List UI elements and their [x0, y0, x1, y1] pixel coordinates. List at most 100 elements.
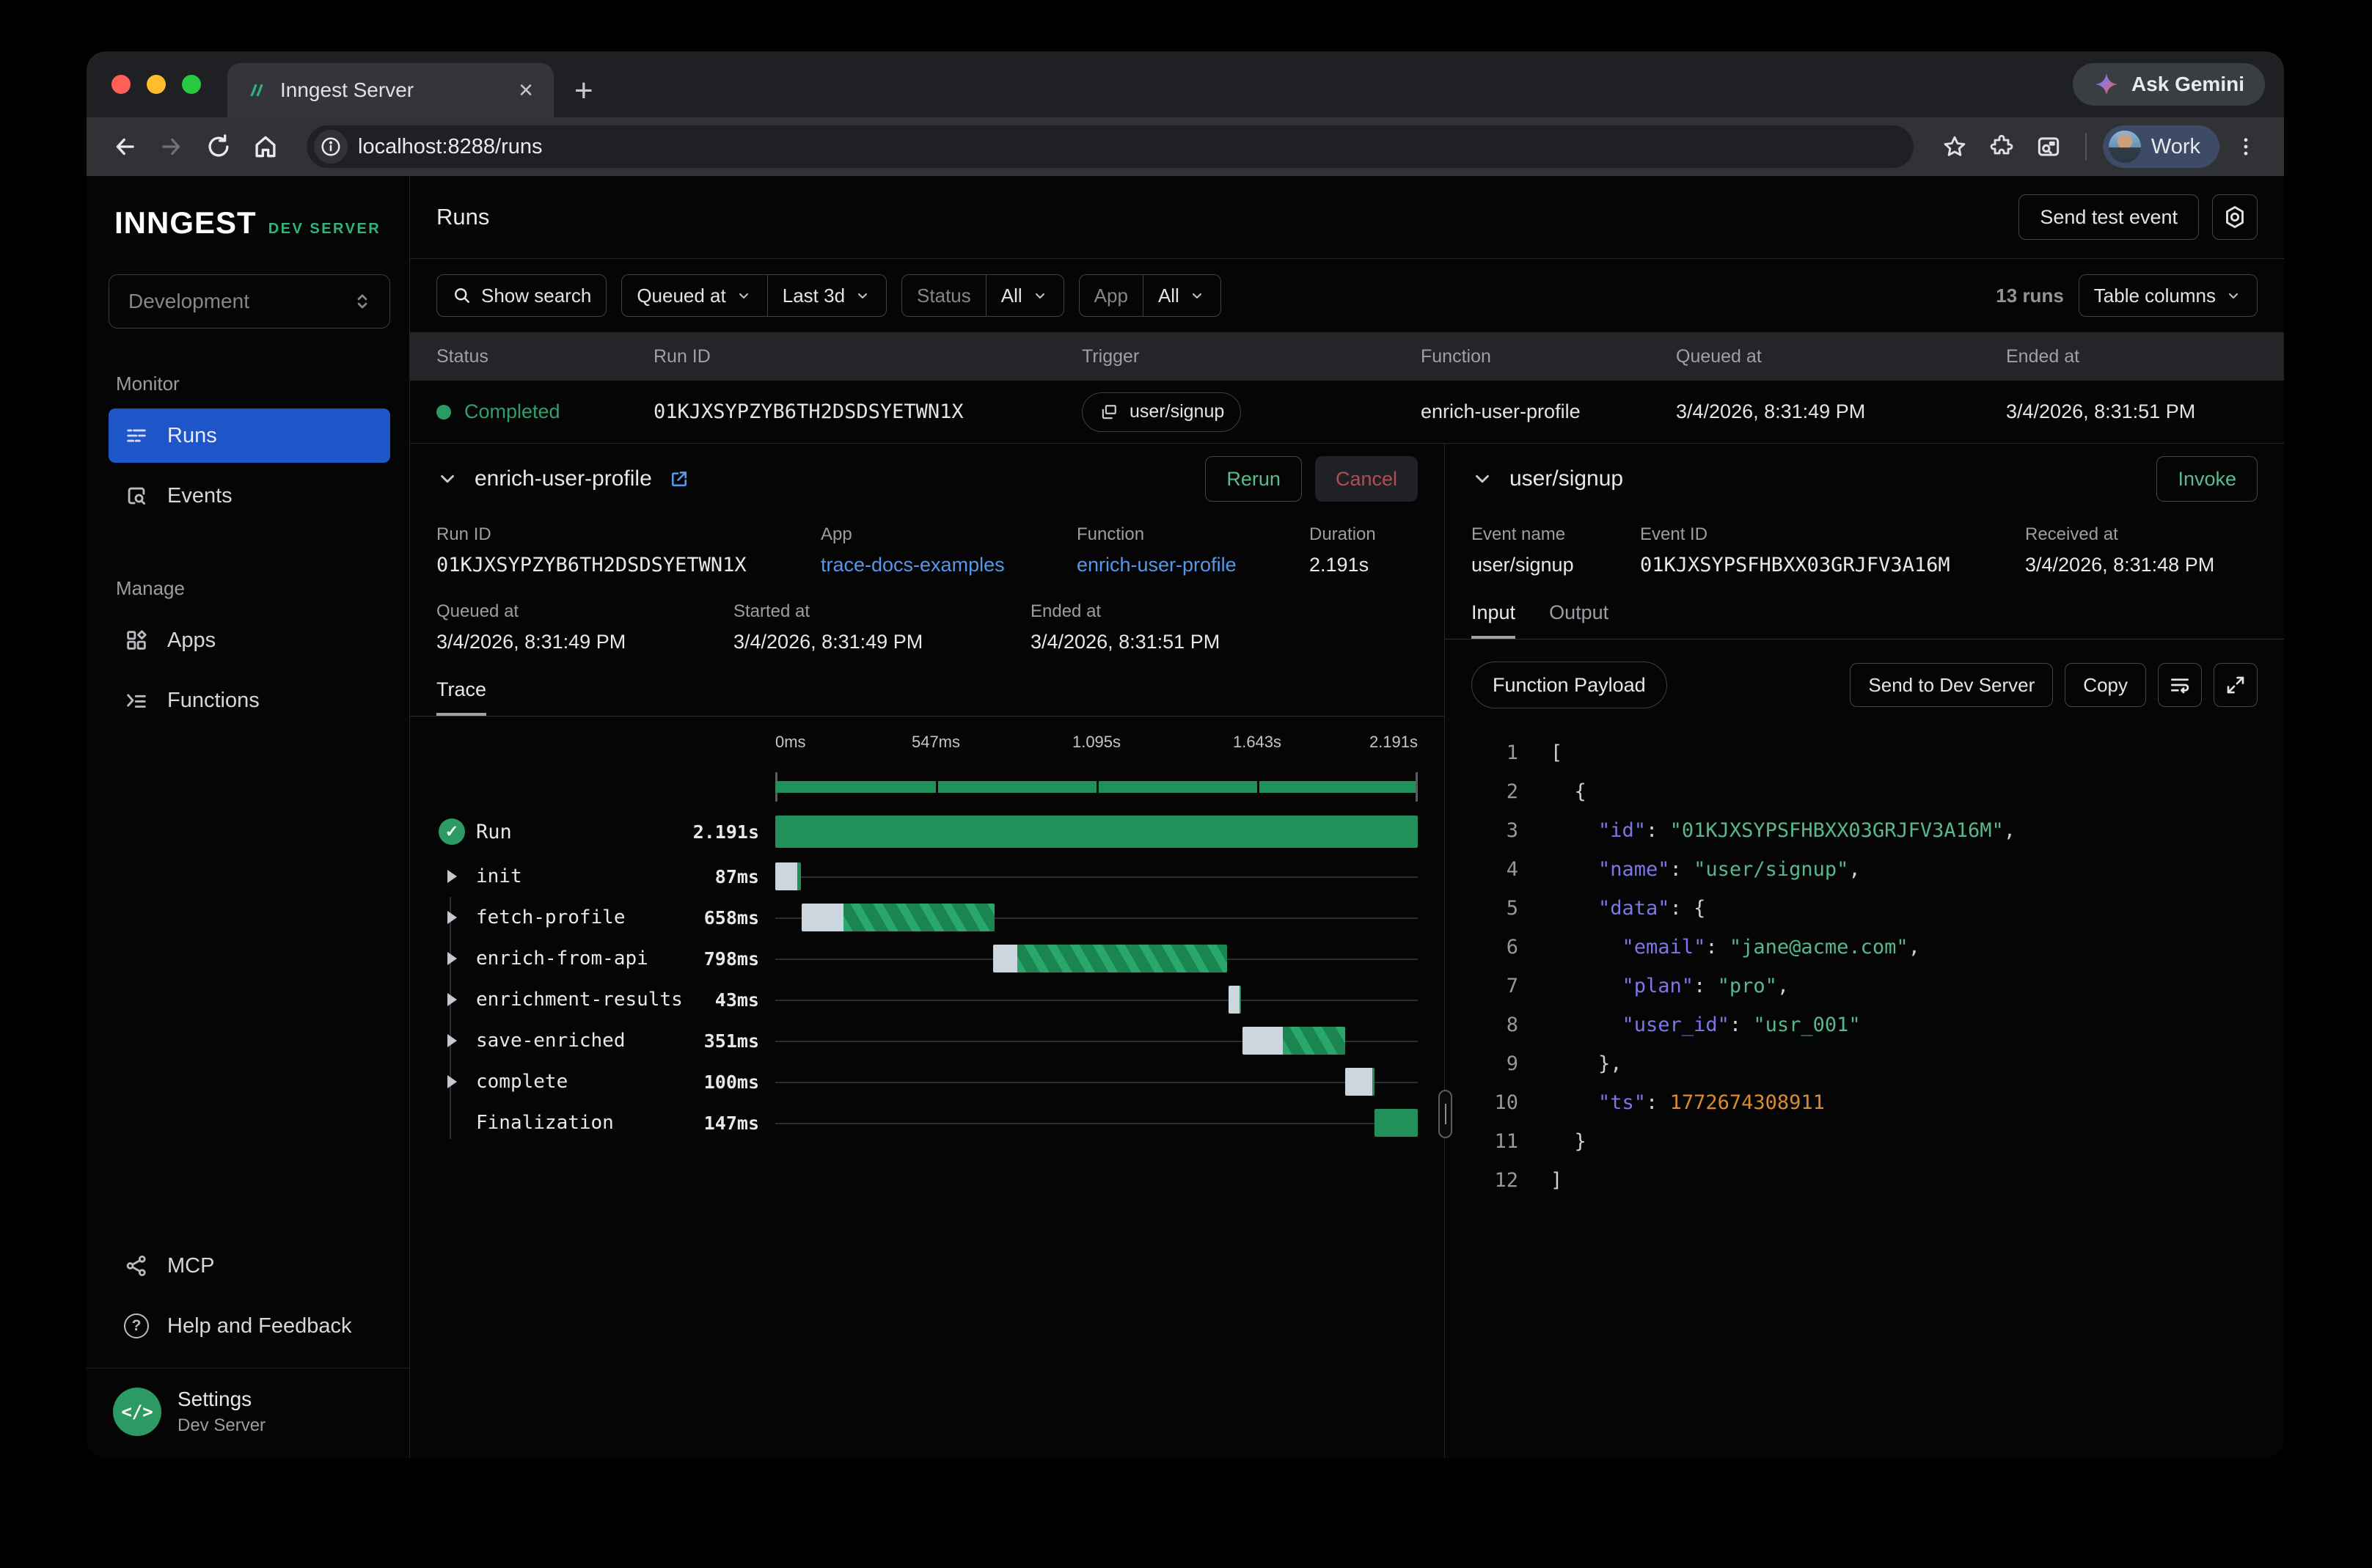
url-text[interactable]: localhost:8288/runs: [358, 135, 1905, 159]
trace-bar[interactable]: [1242, 1027, 1345, 1055]
show-search-button[interactable]: Show search: [436, 274, 607, 317]
reload-icon[interactable]: [198, 126, 239, 167]
close-window-button[interactable]: [111, 75, 131, 94]
tab-output[interactable]: Output: [1549, 601, 1608, 639]
new-tab-button[interactable]: +: [574, 75, 593, 107]
collapse-chevron-icon[interactable]: [436, 468, 458, 490]
sidebar-item-apps[interactable]: Apps: [109, 613, 390, 667]
rerun-button[interactable]: Rerun: [1205, 456, 1302, 502]
trace-row-enrich-from-api[interactable]: enrich-from-api798ms: [436, 938, 1418, 979]
trace-step-duration: 87ms: [715, 866, 759, 887]
trace-row-complete[interactable]: complete100ms: [436, 1061, 1418, 1102]
tab-search-icon[interactable]: [2028, 126, 2069, 167]
trace-bar[interactable]: [1345, 1068, 1374, 1096]
queued-segment: [1229, 986, 1240, 1014]
app-link[interactable]: trace-docs-examples: [821, 554, 1077, 576]
code-lines[interactable]: 1[2 {3 "id": "01KJXSYPSFHBXX03GRJFV3A16M…: [1471, 733, 2258, 1200]
column-function[interactable]: Function: [1421, 346, 1676, 367]
settings-title: Settings: [177, 1388, 266, 1411]
function-link[interactable]: enrich-user-profile: [1077, 554, 1309, 576]
tab-close-icon[interactable]: ×: [516, 78, 536, 103]
table-row[interactable]: Completed 01KJXSYPZYB6TH2DSDSYETWN1X use…: [410, 381, 2284, 443]
trace-bar[interactable]: [1229, 986, 1241, 1014]
trace-row-save-enriched[interactable]: save-enriched351ms: [436, 1020, 1418, 1061]
back-icon[interactable]: [104, 126, 145, 167]
profile-button[interactable]: Work: [2103, 125, 2219, 168]
run-details-split: enrich-user-profile Rerun Cancel Run ID0…: [410, 443, 2284, 1458]
gemini-star-icon: [2093, 71, 2120, 98]
environment-selector[interactable]: Development: [109, 274, 390, 329]
word-wrap-button[interactable]: [2158, 663, 2202, 707]
copy-button[interactable]: Copy: [2065, 663, 2146, 707]
send-to-dev-server-button[interactable]: Send to Dev Server: [1850, 663, 2053, 707]
expand-button[interactable]: [2214, 663, 2258, 707]
site-info-icon[interactable]: [314, 130, 348, 164]
trigger-pill[interactable]: user/signup: [1082, 392, 1241, 432]
url-bar[interactable]: localhost:8288/runs: [307, 125, 1914, 168]
filter-bar: Show search Queued at Last 3d Status All: [410, 259, 2284, 332]
chevron-right-icon[interactable]: [447, 993, 457, 1006]
trace-row-enrichment-results[interactable]: enrichment-results43ms: [436, 979, 1418, 1020]
panel-resize-handle[interactable]: [1438, 1090, 1452, 1138]
cancel-button[interactable]: Cancel: [1315, 456, 1418, 502]
window-controls: [87, 51, 227, 117]
forward-icon[interactable]: [151, 126, 192, 167]
trace-row-fetch-profile[interactable]: fetch-profile658ms: [436, 897, 1418, 938]
sidebar-item-functions[interactable]: Functions: [109, 673, 390, 728]
invoke-button[interactable]: Invoke: [2156, 456, 2258, 502]
home-icon[interactable]: [245, 126, 286, 167]
line-number: 2: [1471, 780, 1518, 803]
browser-tab-strip: Inngest Server × + Ask Gemini: [87, 51, 2284, 117]
chevron-right-icon[interactable]: [447, 1034, 457, 1047]
column-queued-at[interactable]: Queued at: [1676, 346, 2006, 367]
trace-step-duration: 147ms: [704, 1113, 759, 1134]
bookmark-star-icon[interactable]: [1934, 126, 1975, 167]
sidebar: INNGEST DEV SERVER Development Monitor R…: [87, 176, 410, 1458]
app-filter[interactable]: App All: [1079, 274, 1221, 317]
sidebar-item-help[interactable]: ? Help and Feedback: [109, 1299, 390, 1353]
collapse-chevron-icon[interactable]: [1471, 468, 1493, 490]
chevron-right-icon[interactable]: [447, 952, 457, 965]
queued-at-filter[interactable]: Queued at Last 3d: [621, 274, 887, 317]
column-trigger[interactable]: Trigger: [1082, 346, 1421, 367]
browser-menu-icon[interactable]: [2225, 126, 2266, 167]
tab-input[interactable]: Input: [1471, 601, 1515, 639]
ended-at-cell: 3/4/2026, 8:31:51 PM: [2006, 400, 2258, 423]
duration-value: 2.191s: [1309, 554, 1376, 576]
trace-bar[interactable]: [1374, 1109, 1418, 1137]
column-ended-at[interactable]: Ended at: [2006, 346, 2258, 367]
ask-gemini-button[interactable]: Ask Gemini: [2073, 63, 2265, 106]
sidebar-item-mcp[interactable]: MCP: [109, 1239, 390, 1293]
trace-bar[interactable]: [802, 904, 995, 931]
search-icon: [452, 285, 472, 306]
event-id-value: 01KJXSYPSFHBXX03GRJFV3A16M: [1640, 554, 2025, 576]
run-fields-row-1: Run ID01KJXSYPZYB6TH2DSDSYETWN1X Apptrac…: [436, 524, 1418, 576]
sidebar-item-settings[interactable]: </> Settings Dev Server: [109, 1369, 390, 1458]
table-columns-button[interactable]: Table columns: [2079, 274, 2258, 317]
send-test-event-button[interactable]: Send test event: [2018, 194, 2199, 240]
settings-gear-button[interactable]: [2212, 194, 2258, 240]
monitor-section-label: Monitor: [116, 373, 390, 395]
tab-trace[interactable]: Trace: [436, 678, 486, 716]
trace-row-init[interactable]: init87ms: [436, 856, 1418, 897]
external-link-icon[interactable]: [668, 468, 690, 490]
sidebar-item-runs[interactable]: Runs: [109, 409, 390, 463]
trace-bar[interactable]: [993, 945, 1227, 972]
chevron-right-icon[interactable]: [447, 870, 457, 883]
minimize-window-button[interactable]: [147, 75, 166, 94]
chevron-right-icon[interactable]: [447, 911, 457, 924]
status-filter[interactable]: Status All: [901, 274, 1064, 317]
sidebar-item-events[interactable]: Events: [109, 469, 390, 523]
trace-bar[interactable]: [775, 862, 801, 890]
trace-row-run: ✓Run2.191s: [436, 810, 1418, 853]
trace-minimap[interactable]: [775, 771, 1418, 803]
chevron-right-icon[interactable]: [447, 1075, 457, 1088]
column-run-id[interactable]: Run ID: [654, 346, 1082, 367]
browser-tab[interactable]: Inngest Server ×: [227, 63, 554, 117]
column-status[interactable]: Status: [436, 346, 654, 367]
trace-step-label: Finalization: [476, 1112, 614, 1134]
line-number: 5: [1471, 897, 1518, 920]
maximize-window-button[interactable]: [182, 75, 201, 94]
trace-bar[interactable]: [775, 816, 1418, 848]
extensions-icon[interactable]: [1981, 126, 2022, 167]
